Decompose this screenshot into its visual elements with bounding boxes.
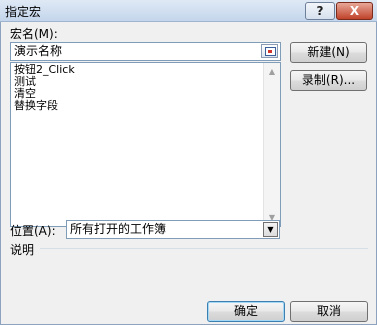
macro-list-items: 按钮2_Click 测试 清空 替换字段 (14, 64, 262, 112)
window-title: 指定宏 (5, 5, 42, 19)
cancel-button[interactable]: 取消 (290, 301, 368, 322)
assign-macro-dialog: 宏名(M): 演示名称 按钮2_Click 测试 清空 替换字段 ▲ ▼ 新建(N) … (0, 22, 377, 325)
close-button[interactable]: X (336, 2, 373, 20)
record-button[interactable]: 录制(R)... (290, 70, 367, 91)
macro-list-item[interactable]: 测试 (14, 76, 262, 88)
new-button[interactable]: 新建(N) (290, 42, 367, 63)
dropdown-arrow-icon[interactable]: ▼ (263, 222, 278, 237)
title-bar: 指定宏 ? X (0, 0, 377, 22)
macro-list-item[interactable]: 按钮2_Click (14, 64, 262, 76)
description-label: 说明 (10, 243, 35, 257)
ok-button[interactable]: 确定 (207, 301, 285, 322)
location-select-value: 所有打开的工作簿 (70, 222, 167, 236)
scroll-up-icon[interactable]: ▲ (264, 63, 280, 80)
macro-list-scrollbar[interactable]: ▲ ▼ (263, 63, 280, 226)
collapse-dialog-icon[interactable] (261, 44, 278, 58)
location-select[interactable]: 所有打开的工作簿 ▼ (66, 220, 280, 239)
macro-list[interactable]: 按钮2_Click 测试 清空 替换字段 ▲ ▼ (10, 62, 281, 227)
location-label: 位置(A): (10, 224, 56, 238)
help-button[interactable]: ? (305, 2, 335, 20)
description-divider (40, 248, 368, 249)
macro-list-item[interactable]: 替换字段 (14, 100, 262, 112)
macro-name-label: 宏名(M): (10, 27, 58, 41)
macro-name-input[interactable]: 演示名称 (10, 42, 281, 61)
